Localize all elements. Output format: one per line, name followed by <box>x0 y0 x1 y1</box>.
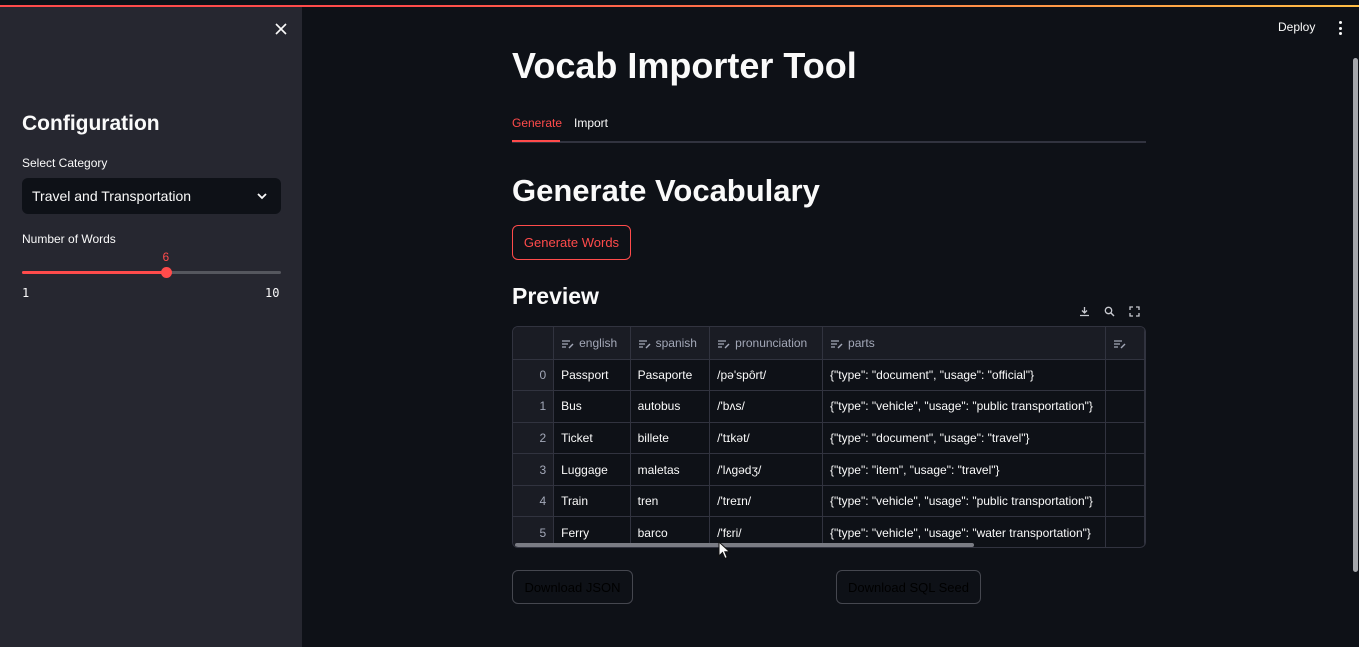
table-row[interactable]: 1 Bus autobus /'bʌs/ {"type": "vehicle",… <box>513 390 1145 423</box>
column-header[interactable]: parts <box>822 327 1107 360</box>
download-icon[interactable] <box>1077 303 1091 319</box>
cell-pronunciation[interactable]: /'lʌgədʒ/ <box>709 453 824 486</box>
words-slider[interactable] <box>22 267 281 278</box>
tab-import[interactable]: Import <box>574 116 608 130</box>
cell-extra[interactable] <box>1105 390 1145 423</box>
cell-english[interactable]: Bus <box>553 390 631 423</box>
deploy-button[interactable]: Deploy <box>1278 20 1315 34</box>
row-index: 2 <box>513 422 555 455</box>
cell-parts[interactable]: {"type": "document", "usage": "official"… <box>822 359 1107 392</box>
generate-words-button[interactable]: Generate Words <box>512 225 631 260</box>
page-scrollbar[interactable] <box>1353 58 1358 572</box>
sidebar-title: Configuration <box>22 112 160 135</box>
active-tab-indicator <box>512 140 560 142</box>
cell-extra[interactable] <box>1105 422 1145 455</box>
preview-title: Preview <box>512 283 599 309</box>
row-index: 0 <box>513 359 555 392</box>
text-column-icon <box>718 339 730 349</box>
cell-pronunciation[interactable]: /pə'spôrt/ <box>709 359 824 392</box>
cell-parts[interactable]: {"type": "document", "usage": "travel"} <box>822 422 1107 455</box>
cell-spanish[interactable]: billete <box>630 422 711 455</box>
table-row[interactable]: 2 Ticket billete /'tɪkət/ {"type": "docu… <box>513 422 1145 455</box>
slider-fill <box>22 271 166 274</box>
download-sql-button[interactable]: Download SQL Seed <box>836 570 981 604</box>
row-index: 1 <box>513 390 555 423</box>
slider-max: 10 <box>265 286 280 300</box>
dataframe-toolbar <box>1077 303 1141 319</box>
section-title: Generate Vocabulary <box>512 173 820 208</box>
table-horizontal-scrollbar[interactable] <box>515 543 974 547</box>
category-label: Select Category <box>22 156 108 170</box>
table-row[interactable]: 3 Luggage maletas /'lʌgədʒ/ {"type": "it… <box>513 453 1145 486</box>
cell-extra[interactable] <box>1105 453 1145 486</box>
tab-bar: Generate Import <box>512 112 1146 143</box>
cell-spanish[interactable]: tren <box>630 485 711 518</box>
chevron-down-icon <box>257 193 267 200</box>
text-column-icon <box>1114 339 1126 349</box>
main-menu-button[interactable] <box>1334 20 1346 36</box>
cell-english[interactable]: Ticket <box>553 422 631 455</box>
tab-generate[interactable]: Generate <box>512 116 562 130</box>
menu-dot-icon <box>1338 21 1342 24</box>
text-column-icon <box>638 339 651 349</box>
cell-english[interactable]: Train <box>553 485 631 518</box>
cell-spanish[interactable]: autobus <box>630 390 711 423</box>
close-sidebar-button[interactable] <box>271 19 291 39</box>
table-header-row: english spanish pronunciation parts <box>513 327 1145 360</box>
fullscreen-icon[interactable] <box>1127 303 1141 319</box>
cell-extra[interactable] <box>1105 359 1145 392</box>
words-label: Number of Words <box>22 232 116 246</box>
menu-dot-icon <box>1338 32 1342 35</box>
sidebar: Configuration Select Category Travel and… <box>0 0 302 647</box>
cell-pronunciation[interactable]: /'tɪkət/ <box>709 422 824 455</box>
text-column-icon <box>562 339 574 349</box>
close-icon <box>275 23 287 35</box>
cell-parts[interactable]: {"type": "item", "usage": "travel"} <box>822 453 1107 486</box>
cell-pronunciation[interactable]: /'treɪn/ <box>709 485 824 518</box>
slider-thumb[interactable] <box>160 267 172 278</box>
index-header <box>513 327 555 360</box>
cell-parts[interactable]: {"type": "vehicle", "usage": "public tra… <box>822 485 1107 518</box>
slider-value: 6 <box>162 250 170 264</box>
category-select-value: Travel and Transportation <box>32 188 192 204</box>
cell-extra[interactable] <box>1105 516 1145 547</box>
row-index: 3 <box>513 453 555 486</box>
cell-english[interactable]: Luggage <box>553 453 631 486</box>
mouse-cursor-icon <box>718 541 731 560</box>
column-header[interactable]: spanish <box>630 327 711 360</box>
column-header[interactable]: english <box>553 327 631 360</box>
category-select[interactable]: Travel and Transportation <box>22 178 281 214</box>
cell-parts[interactable]: {"type": "vehicle", "usage": "public tra… <box>822 390 1107 423</box>
text-column-icon <box>831 339 843 349</box>
download-json-button[interactable]: Download JSON <box>512 570 633 604</box>
cell-extra[interactable] <box>1105 485 1145 518</box>
slider-min: 1 <box>22 286 30 300</box>
cell-pronunciation[interactable]: /'bʌs/ <box>709 390 824 423</box>
preview-dataframe[interactable]: english spanish pronunciation parts 0 Pa… <box>512 326 1146 548</box>
table-row[interactable]: 0 Passport Pasaporte /pə'spôrt/ {"type":… <box>513 359 1145 392</box>
cell-english[interactable]: Passport <box>553 359 631 392</box>
column-header[interactable] <box>1105 327 1145 360</box>
top-decoration-stripe <box>0 0 1359 7</box>
row-index: 4 <box>513 485 555 518</box>
search-icon[interactable] <box>1102 303 1116 319</box>
table-row[interactable]: 4 Train tren /'treɪn/ {"type": "vehicle"… <box>513 485 1145 518</box>
cell-spanish[interactable]: Pasaporte <box>630 359 711 392</box>
column-header[interactable]: pronunciation <box>709 327 824 360</box>
cell-spanish[interactable]: maletas <box>630 453 711 486</box>
page-title: Vocab Importer Tool <box>512 45 857 86</box>
menu-dot-icon <box>1338 26 1342 30</box>
preview-table: english spanish pronunciation parts 0 Pa… <box>513 327 1145 547</box>
